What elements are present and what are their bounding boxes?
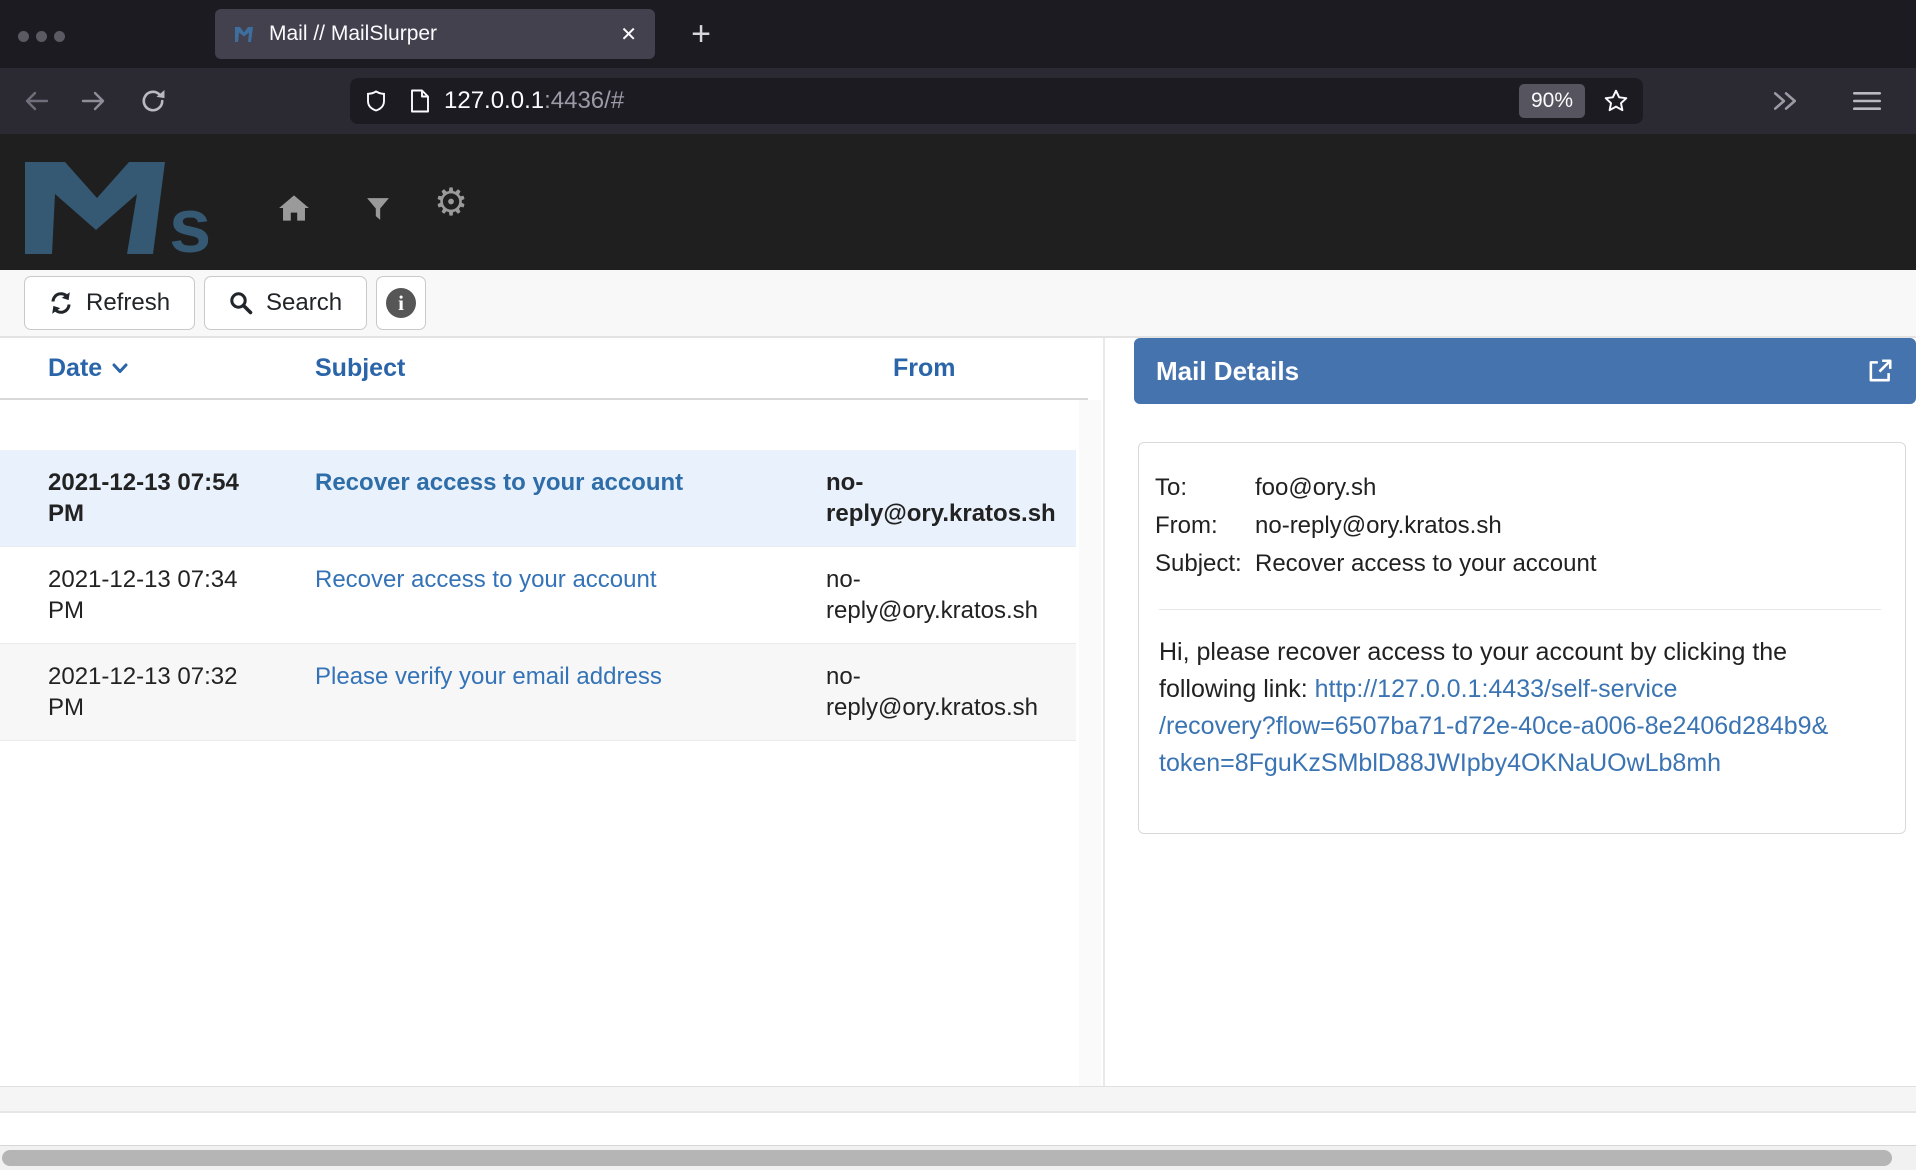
refresh-label: Refresh (86, 289, 170, 317)
window-maximize-dot[interactable] (54, 31, 65, 42)
mail-row-selected[interactable]: 2021-12-13 07:54 PM Recover access to yo… (0, 450, 1076, 547)
url-bar[interactable]: 127.0.0.1:4436/# 90% (350, 78, 1643, 124)
from-label: From: (1155, 507, 1255, 545)
overflow-chevrons-icon[interactable] (1772, 88, 1798, 114)
mail-date: 2021-12-13 07:32 PM (0, 661, 258, 723)
list-scrollbar-gutter[interactable] (1079, 400, 1101, 1086)
recovery-link-line3: token=8FguKzSMblD88JWIpby4OKNaUOwLb8mh (1159, 745, 1881, 782)
back-icon[interactable] (22, 88, 50, 114)
column-header-from[interactable]: From (808, 354, 1103, 383)
to-value: foo@ory.sh (1255, 469, 1885, 507)
mail-row[interactable]: 2021-12-13 07:34 PM Recover access to yo… (0, 547, 1076, 644)
mail-from: no-reply@ory.kratos.sh (808, 661, 1076, 723)
refresh-button[interactable]: Refresh (24, 276, 195, 330)
mail-details-card: To: foo@ory.sh From: no-reply@ory.kratos… (1138, 442, 1906, 834)
horizontal-scrollbar[interactable] (0, 1146, 1916, 1170)
tab-close-icon[interactable]: ✕ (620, 22, 637, 47)
mail-subject-link[interactable]: Recover access to your account (315, 469, 683, 496)
forward-icon[interactable] (80, 88, 108, 114)
page-info-icon[interactable] (410, 89, 430, 113)
body-text-line2-prefix: following link: (1159, 675, 1315, 703)
mailslurper-logo: s (25, 162, 220, 254)
url-address[interactable]: 127.0.0.1:4436/# (444, 87, 624, 115)
mail-list-panel: Date Subject From 2021-12-13 07:54 PM Re… (0, 338, 1105, 1086)
reload-icon[interactable] (140, 88, 166, 114)
mail-details-header: Mail Details (1134, 338, 1916, 404)
subject-label: Subject: (1155, 545, 1255, 583)
mail-from: no-reply@ory.kratos.sh (808, 564, 1076, 626)
column-header-date[interactable]: Date (0, 354, 258, 383)
window-controls[interactable] (18, 31, 65, 42)
info-button[interactable]: i (376, 276, 426, 330)
body-text-line1: Hi, please recover access to your accoun… (1159, 634, 1881, 671)
main-content: Date Subject From 2021-12-13 07:54 PM Re… (0, 338, 1916, 1086)
app-header: s ⚙ (0, 134, 1916, 270)
filter-icon[interactable] (366, 197, 390, 221)
search-icon (229, 291, 253, 315)
mail-details-title: Mail Details (1156, 356, 1866, 387)
from-value: no-reply@ory.kratos.sh (1255, 507, 1885, 545)
refresh-icon (49, 291, 73, 315)
browser-navbar: 127.0.0.1:4436/# 90% (0, 68, 1916, 134)
external-link-icon[interactable] (1866, 357, 1894, 385)
subject-value: Recover access to your account (1255, 545, 1885, 583)
window-close-dot[interactable] (18, 31, 29, 42)
mail-date: 2021-12-13 07:34 PM (0, 564, 258, 626)
settings-gear-icon[interactable]: ⚙ (434, 186, 468, 220)
bookmark-star-icon[interactable] (1603, 88, 1629, 114)
page-bottom-strip (0, 1113, 1916, 1146)
browser-tab[interactable]: Mail // MailSlurper ✕ (215, 9, 655, 59)
to-label: To: (1155, 469, 1255, 507)
column-header-subject[interactable]: Subject (258, 354, 808, 383)
url-suffix: :4436/# (544, 87, 624, 114)
mail-subject-link[interactable]: Please verify your email address (315, 663, 662, 690)
mail-date: 2021-12-13 07:54 PM (0, 467, 258, 529)
list-top-gap (0, 400, 1103, 450)
new-tab-button[interactable]: + (678, 11, 724, 57)
mail-fields: To: foo@ory.sh From: no-reply@ory.kratos… (1155, 469, 1885, 583)
mail-from: no-reply@ory.kratos.sh (808, 467, 1076, 529)
browser-tab-bar: Mail // MailSlurper ✕ + (0, 0, 1916, 68)
menu-hamburger-icon[interactable] (1852, 91, 1882, 111)
mail-row[interactable]: 2021-12-13 07:32 PM Please verify your e… (0, 644, 1076, 741)
shield-icon[interactable] (364, 89, 388, 113)
tab-title: Mail // MailSlurper (269, 22, 608, 46)
card-divider (1159, 609, 1881, 610)
mail-body: Hi, please recover access to your accoun… (1155, 634, 1885, 782)
mail-list-header: Date Subject From (0, 338, 1103, 398)
home-icon[interactable] (278, 194, 310, 222)
mail-details-panel: Mail Details To: foo@ory.sh From: no-rep… (1105, 338, 1916, 1086)
search-button[interactable]: Search (204, 276, 367, 330)
window-minimize-dot[interactable] (36, 31, 47, 42)
horizontal-scrollbar-thumb[interactable] (2, 1150, 1892, 1166)
search-label: Search (266, 289, 342, 317)
recovery-link-line2: /recovery?flow=6507ba71-d72e-40ce-a006-8… (1159, 708, 1881, 745)
svg-text:s: s (169, 184, 211, 254)
mail-subject-link[interactable]: Recover access to your account (315, 566, 657, 593)
content-bottom-strip (0, 1086, 1916, 1113)
sort-chevron-down-icon (112, 363, 128, 374)
app-toolbar: Refresh Search i (0, 270, 1916, 338)
recovery-link-line1: http://127.0.0.1:4433/self-service (1315, 675, 1678, 703)
url-host: 127.0.0.1 (444, 87, 544, 114)
info-icon: i (386, 288, 416, 318)
date-column-label: Date (48, 354, 102, 383)
mailslurper-favicon-icon (233, 23, 255, 45)
zoom-level-badge[interactable]: 90% (1519, 84, 1585, 118)
